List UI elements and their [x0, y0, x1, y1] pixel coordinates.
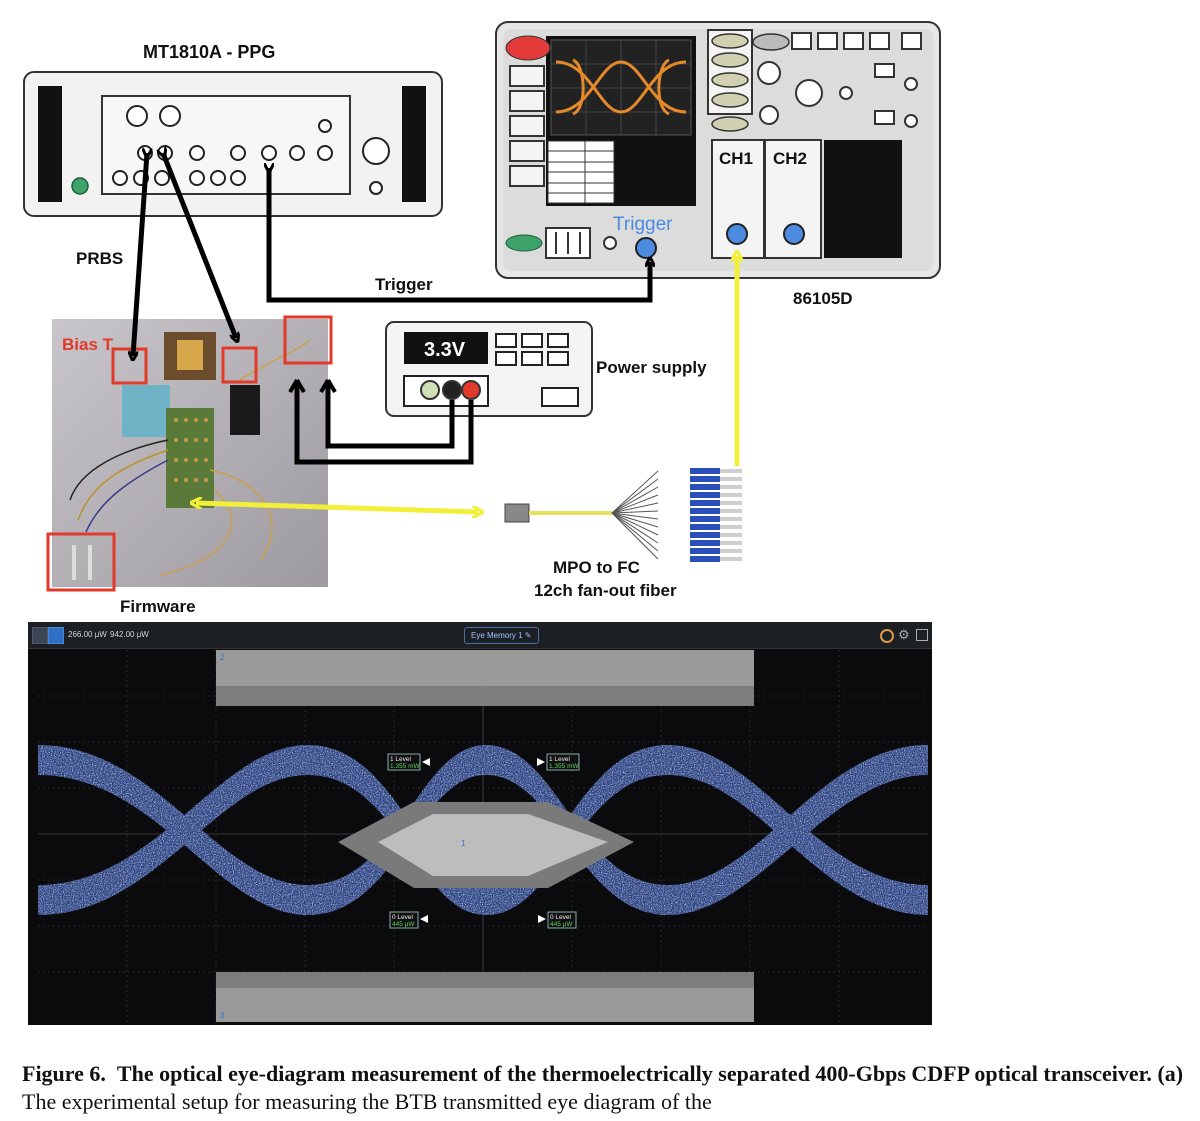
mask-center-label: 1 — [461, 839, 466, 848]
trigger-connector — [635, 237, 657, 259]
menu-button[interactable] — [32, 627, 48, 644]
eye-memory-label: Eye Memory 1 — [471, 631, 523, 640]
fiber-label-line2: 12ch fan-out fiber — [534, 581, 677, 600]
fanout-fiber: MPO to FC 12ch fan-out fiber — [504, 468, 742, 600]
level0-title: 0 Level — [550, 914, 572, 921]
voltage-display: 3.3V — [424, 339, 466, 361]
level0-title: 0 Level — [392, 914, 414, 921]
level1-marker-left[interactable]: 1 Level 1.355 mW — [387, 753, 430, 771]
mask-bottom-label: 3 — [220, 1011, 225, 1020]
eye-diagram-screen: 266.00 μW 942.00 μW Eye Memory 1 ✎ ⚙ 2 1… — [28, 622, 932, 1025]
level1-value: 1.355 mW — [390, 763, 420, 770]
scope-toolbar: 266.00 μW 942.00 μW Eye Memory 1 ✎ ⚙ — [28, 622, 932, 649]
ppg-instrument: MT1810A - PPG — [23, 42, 443, 217]
caption-fig: Figure 6. — [22, 1061, 106, 1086]
figure-caption: Figure 6. The optical eye-diagram measur… — [22, 1060, 1192, 1116]
gear-icon[interactable]: ⚙ — [898, 627, 910, 642]
panel-icon[interactable] — [916, 629, 928, 641]
setup-diagram: MT1810A - PPG CH1 CH2 Trigger 86105D Bia… — [23, 21, 941, 616]
ppg-label: MT1810A - PPG — [143, 42, 275, 62]
ch2-label: CH2 — [773, 149, 807, 168]
caption-title: The optical eye-diagram measurement of t… — [116, 1061, 1152, 1086]
power-supply-label: Power supply — [596, 358, 707, 377]
level1-title: 1 Level — [549, 756, 571, 763]
dut-board: Bias T Firmware — [46, 315, 333, 616]
level0-value: 445 μW — [550, 921, 573, 928]
eye-plot: 2 1 3 1 Level 1.355 mW 1 Level 1.355 mW … — [38, 650, 928, 1022]
scope-trigger-label: Trigger — [613, 214, 673, 235]
ppg-power-led — [71, 177, 89, 195]
oscilloscope-instrument: CH1 CH2 Trigger 86105D — [495, 21, 941, 308]
level1-value: 1.355 mW — [549, 763, 579, 770]
mask-top-label: 2 — [220, 653, 225, 662]
trigger-label: Trigger — [375, 275, 433, 294]
caption-body: The experimental setup for measuring the… — [22, 1089, 712, 1114]
fiber-label-line1: MPO to FC — [553, 558, 640, 577]
ch2-connector — [783, 223, 805, 245]
ch1-label: CH1 — [719, 149, 753, 168]
scope-red-button — [505, 35, 551, 61]
firmware-label: Firmware — [120, 597, 196, 616]
scope-label: 86105D — [793, 289, 853, 308]
channel-button[interactable] — [48, 627, 64, 644]
level0-marker-left[interactable]: 0 Level 445 μW — [389, 911, 428, 929]
prbs-label: PRBS — [76, 249, 123, 268]
eye-memory-tab[interactable]: Eye Memory 1 ✎ — [464, 627, 539, 644]
color-wheel-icon[interactable] — [880, 629, 894, 643]
ch1-connector — [726, 223, 748, 245]
power-low-readout: 266.00 μW — [68, 630, 107, 639]
level1-title: 1 Level — [390, 756, 412, 763]
power-supply: 3.3V Power supply — [385, 321, 707, 417]
level0-value: 445 μW — [392, 921, 415, 928]
bias-label: Bias T — [62, 335, 114, 354]
caption-part: (a) — [1157, 1061, 1184, 1086]
level1-marker-right[interactable]: 1 Level 1.355 mW — [537, 753, 580, 771]
power-high-readout: 942.00 μW — [110, 630, 149, 639]
